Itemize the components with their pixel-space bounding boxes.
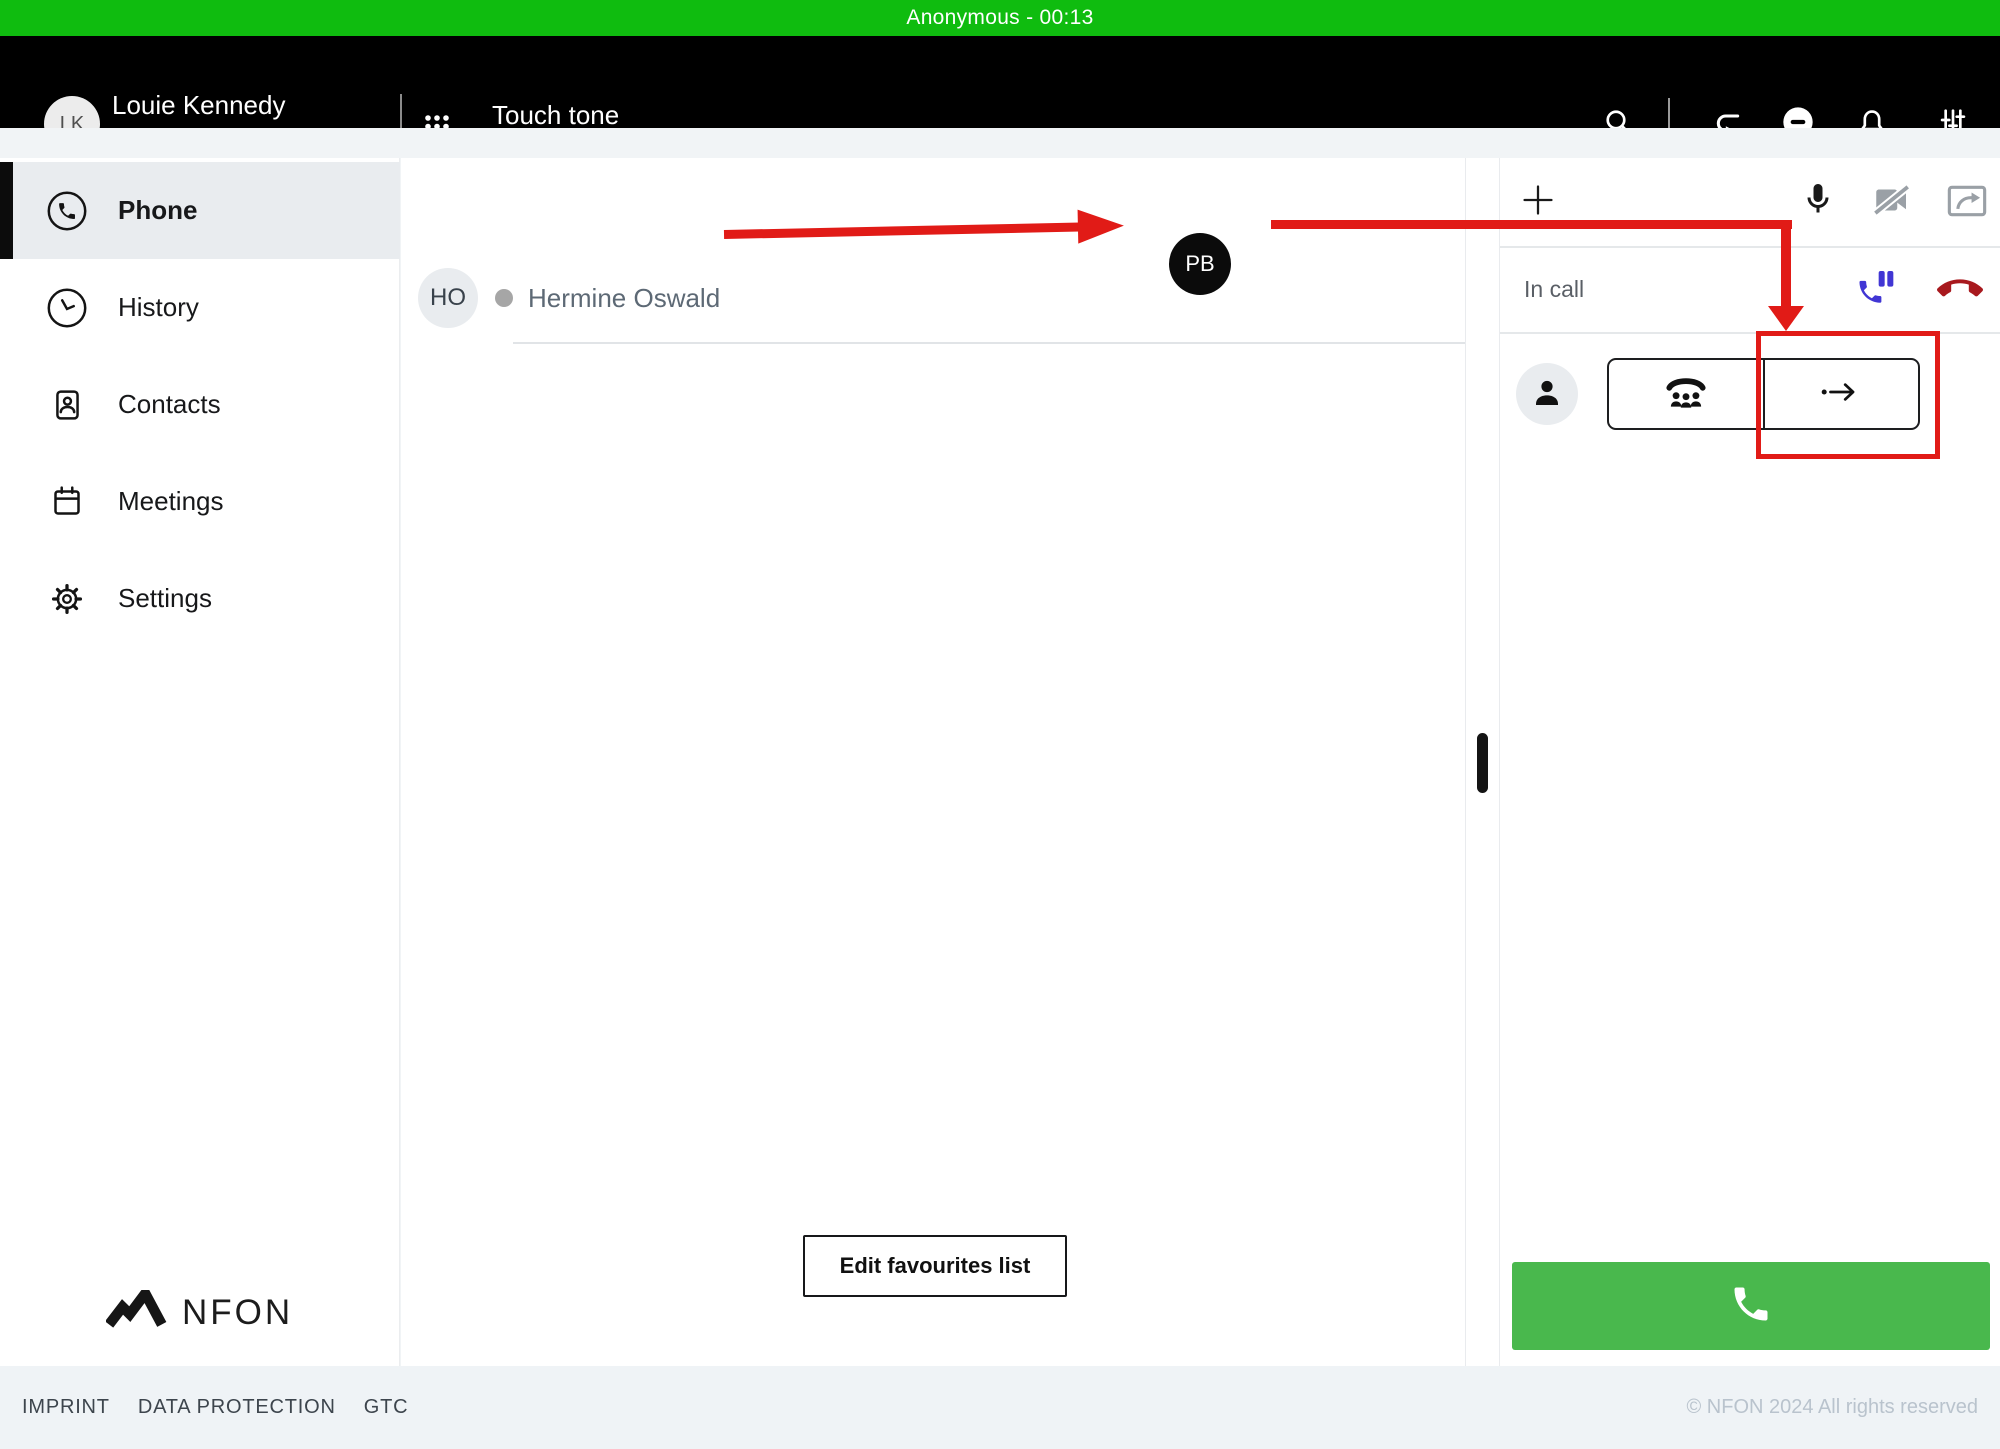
floating-caller-initials: PB — [1185, 251, 1214, 277]
camera-off-button[interactable] — [1871, 184, 1913, 220]
phone-hold-icon — [1855, 268, 1895, 313]
favourite-contact-name[interactable]: Hermine Oswald — [528, 283, 720, 314]
navigation-sidebar: Phone History Contacts Mee — [0, 158, 400, 1366]
edit-favourites-button[interactable]: Edit favourites list — [803, 1235, 1067, 1297]
footer-link-imprint[interactable]: IMPRINT — [22, 1396, 110, 1419]
add-call-button[interactable] — [1520, 184, 1556, 220]
sidebar-item-history[interactable]: History — [0, 259, 400, 356]
hold-call-button[interactable] — [1855, 270, 1895, 310]
nfon-logo: NFON — [106, 1290, 293, 1335]
sidebar-label-settings: Settings — [118, 583, 212, 614]
conference-call-button[interactable] — [1609, 360, 1763, 428]
active-call-banner[interactable]: Anonymous - 00:13 — [0, 0, 2000, 36]
call-panel — [1500, 158, 2000, 1366]
phone-icon — [44, 188, 90, 234]
calendar-icon — [44, 479, 90, 525]
hangup-button[interactable] — [1936, 268, 1984, 314]
active-call-banner-text: Anonymous - 00:13 — [906, 6, 1093, 30]
call-panel-divider-mid — [1500, 332, 2000, 334]
call-participant-avatar[interactable] — [1516, 363, 1578, 425]
phone-handset-icon — [1729, 1282, 1773, 1331]
screen-share-icon — [1946, 184, 1988, 223]
camera-off-icon — [1871, 182, 1913, 223]
transfer-call-button[interactable] — [1763, 360, 1919, 428]
history-clock-icon — [44, 285, 90, 331]
favourite-row-divider — [513, 342, 1465, 344]
floating-caller-avatar[interactable]: PB — [1169, 233, 1231, 295]
footer-copyright: © NFON 2024 All rights reserved — [1686, 1396, 1978, 1419]
call-button[interactable] — [1512, 1262, 1990, 1350]
sidebar-item-phone[interactable]: Phone — [0, 162, 400, 259]
footer-link-gtc[interactable]: GTC — [364, 1396, 409, 1419]
sidebar-label-history: History — [118, 292, 199, 323]
call-status-label: In call — [1524, 276, 1584, 303]
nfon-logo-text: NFON — [182, 1293, 293, 1333]
transfer-arrow-icon — [1820, 379, 1862, 410]
favourites-panel — [401, 158, 1465, 1366]
panel-resize-handle[interactable] — [1477, 733, 1488, 793]
hangup-icon — [1936, 266, 1984, 317]
sidebar-item-contacts[interactable]: Contacts — [0, 356, 400, 453]
favourite-contact-avatar[interactable]: HO — [418, 268, 478, 328]
footer-link-data-protection[interactable]: DATA PROTECTION — [138, 1396, 336, 1419]
app-footer: IMPRINT DATA PROTECTION GTC © NFON 2024 … — [0, 1366, 2000, 1449]
call-panel-divider-top — [1500, 246, 2000, 248]
plus-icon — [1521, 183, 1555, 222]
footer-links: IMPRINT DATA PROTECTION GTC — [22, 1396, 408, 1419]
section-title: Touch tone — [492, 100, 619, 131]
sidebar-label-phone: Phone — [118, 195, 197, 226]
sidebar-item-meetings[interactable]: Meetings — [0, 453, 400, 550]
edit-favourites-label: Edit favourites list — [840, 1253, 1031, 1279]
sidebar-item-settings[interactable]: Settings — [0, 550, 400, 647]
screen-share-button[interactable] — [1946, 186, 1988, 220]
favourite-contact-initials: HO — [430, 284, 466, 312]
presence-indicator — [495, 289, 513, 307]
user-name: Louie Kennedy — [112, 90, 285, 121]
sidebar-label-contacts: Contacts — [118, 389, 221, 420]
person-icon — [1530, 375, 1564, 414]
microphone-icon — [1800, 181, 1836, 222]
nfon-logo-mark — [106, 1290, 168, 1335]
call-actions-group — [1607, 358, 1920, 430]
contact-card-icon — [44, 382, 90, 428]
microphone-button[interactable] — [1799, 182, 1837, 220]
sidebar-label-meetings: Meetings — [118, 486, 224, 517]
app-header: LK Louie Kennedy 210 - App Touch tone — [0, 36, 2000, 128]
gear-icon — [44, 576, 90, 622]
conference-icon — [1662, 374, 1710, 415]
